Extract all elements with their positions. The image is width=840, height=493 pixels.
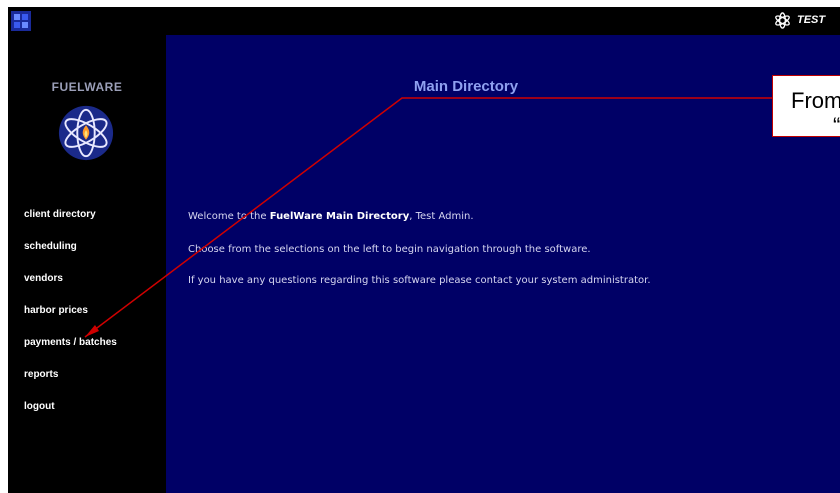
top-bar: TEST <box>8 7 840 35</box>
sidebar-item-logout[interactable]: logout <box>24 401 55 412</box>
sidebar-item-reports[interactable]: reports <box>24 369 58 380</box>
sidebar-item-client-directory[interactable]: client directory <box>24 209 96 220</box>
sidebar: FUELWARE client directory scheduling ven… <box>8 35 166 493</box>
main-content: Main Directory Welcome to the FuelWare M… <box>166 35 840 493</box>
welcome-text: Welcome to the FuelWare Main Directory, … <box>188 211 708 222</box>
app-window: TEST FUELWARE client directory schedulin… <box>8 7 840 493</box>
welcome-suffix: , Test Admin. <box>409 211 474 222</box>
annotation-callout: From “ <box>772 75 840 138</box>
sidebar-item-vendors[interactable]: vendors <box>24 273 63 284</box>
welcome-bold: FuelWare Main Directory <box>269 211 410 222</box>
page-title: Main Directory <box>413 78 519 95</box>
atom-flame-logo-icon <box>58 105 114 161</box>
instructions-text: Choose from the selections on the left t… <box>188 244 591 255</box>
environment-label: TEST <box>797 14 826 26</box>
atom-logo-icon <box>775 12 790 29</box>
welcome-prefix: Welcome to the <box>188 211 270 222</box>
callout-text-line1: From <box>791 88 840 113</box>
app-icon[interactable] <box>10 10 32 32</box>
sidebar-item-scheduling[interactable]: scheduling <box>24 241 77 252</box>
sidebar-item-payments-batches[interactable]: payments / batches <box>24 337 117 348</box>
brand-name: FUELWARE <box>51 80 123 94</box>
callout-text-line2: “ <box>833 113 840 138</box>
contact-text: If you have any questions regarding this… <box>188 275 651 286</box>
sidebar-item-harbor-prices[interactable]: harbor prices <box>24 305 88 316</box>
